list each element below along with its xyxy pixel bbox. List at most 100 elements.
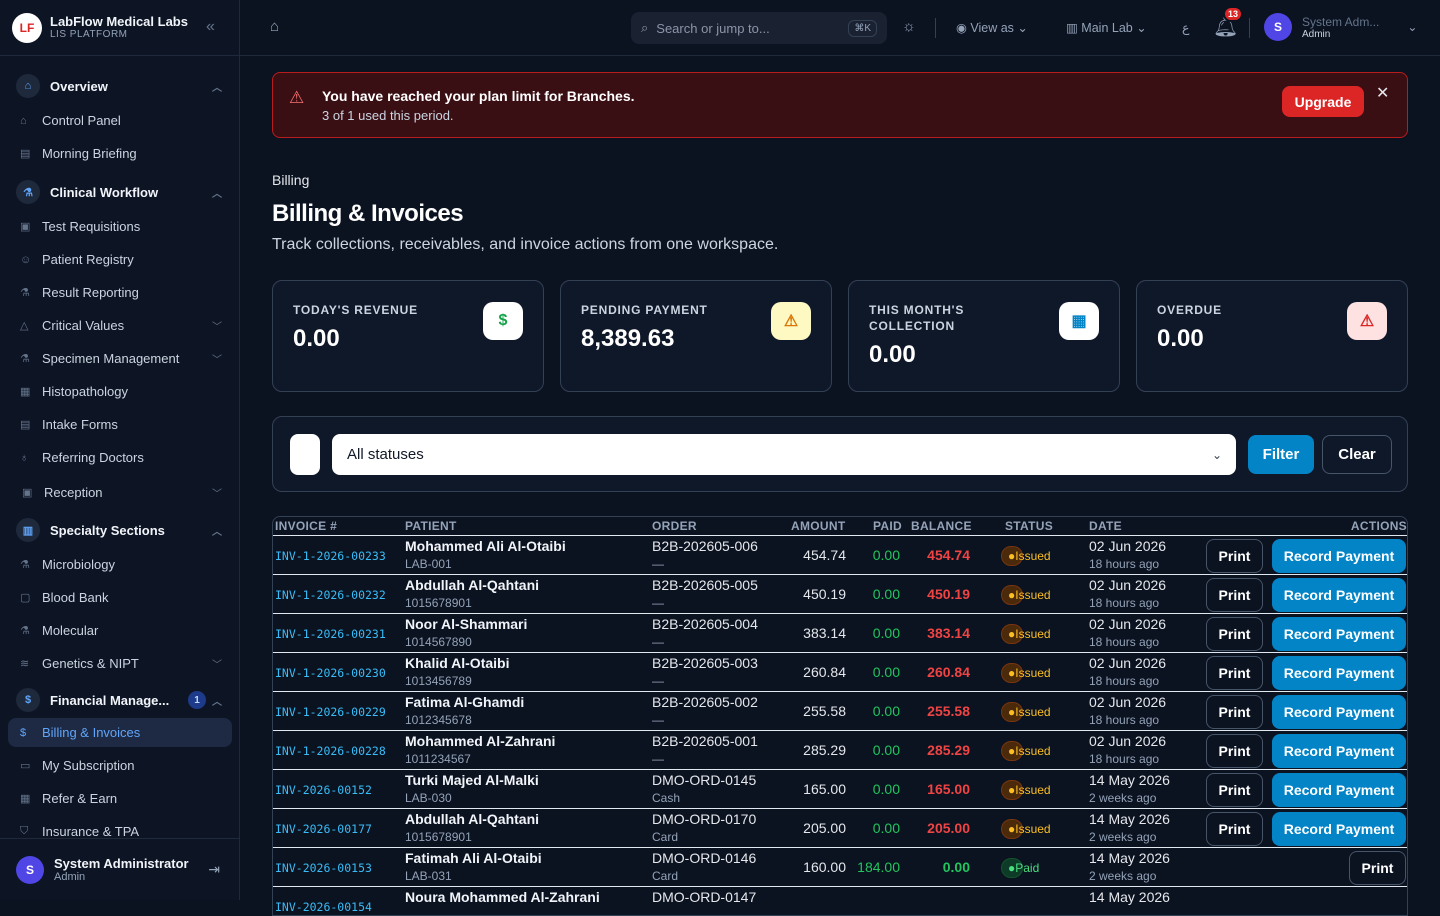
print-button[interactable]: Print — [1206, 617, 1263, 651]
search-input[interactable]: ⌕ Search or jump to... ⌘K — [631, 12, 887, 44]
nav-label: Specialty Sections — [50, 522, 165, 538]
table-row[interactable]: INV-1-2026-00231 Noor Al-Shammari 10145678… — [273, 613, 1407, 652]
table-row[interactable]: INV-1-2026-00229 Fatima Al-Ghamdi 10123456… — [273, 691, 1407, 730]
print-button[interactable]: Print — [1206, 578, 1263, 612]
relative-time: 18 hours ago — [1089, 557, 1160, 571]
invoice-link[interactable]: INV-2026-00153 — [275, 861, 372, 875]
invoice-link[interactable]: INV-1-2026-00228 — [275, 744, 386, 758]
amount: 165.00 — [803, 781, 846, 797]
patient-name: Noura Mohammed Al-Zahrani — [405, 889, 600, 905]
view-as-dropdown[interactable]: ◉ View as ⌄ — [956, 20, 1028, 35]
sidebar-item-specimen[interactable]: ⚗ Specimen Management ﹀ — [0, 342, 240, 375]
table-row[interactable]: INV-1-2026-00230 Khalid Al-Otaibi 10134567… — [273, 652, 1407, 691]
stat-label: PENDING PAYMENT — [581, 303, 708, 317]
invoice-link[interactable]: INV-2026-00154 — [275, 900, 372, 914]
col-patient: PATIENT — [405, 519, 457, 533]
search-field[interactable] — [290, 434, 320, 475]
record-payment-button[interactable]: Record Payment — [1272, 812, 1406, 846]
invoice-link[interactable]: INV-2026-00177 — [275, 822, 372, 836]
paid-amount: 0.00 — [872, 703, 900, 719]
table-row[interactable]: INV-1-2026-00228 Mohammed Al-Zahrani 10112… — [273, 730, 1407, 769]
invoice-link[interactable]: INV-2026-00152 — [275, 783, 372, 797]
print-button[interactable]: Print — [1206, 539, 1263, 573]
sidebar-item-blood-bank[interactable]: ▢ Blood Bank — [0, 581, 240, 614]
sidebar-item-patient-registry[interactable]: ☺ Patient Registry — [0, 243, 240, 276]
sidebar-item-histopathology[interactable]: ▦ Histopathology — [0, 375, 240, 408]
user-menu[interactable]: S System Adm... Admin ⌄ — [1264, 13, 1417, 41]
invoice-link[interactable]: INV-1-2026-00232 — [275, 588, 386, 602]
sidebar-item-reception[interactable]: ▣ Reception ﹀ — [0, 474, 240, 510]
sidebar-item-intake-forms[interactable]: ▤ Intake Forms — [0, 408, 240, 441]
record-payment-button[interactable]: Record Payment — [1272, 773, 1406, 807]
table-row[interactable]: INV-2026-00153 Fatimah Ali Al-Otaibi LAB-0… — [273, 847, 1407, 886]
print-button[interactable]: Print — [1206, 695, 1263, 729]
sidebar-item-insurance[interactable]: ⛉ Insurance & TPA — [0, 815, 240, 838]
sidebar-item-refer-earn[interactable]: ▦ Refer & Earn — [0, 782, 240, 815]
status-label: Issued — [1015, 627, 1051, 641]
nav-section-overview[interactable]: ⌂ Overview ︿ — [0, 68, 240, 104]
print-button[interactable]: Print — [1206, 773, 1263, 807]
filter-button[interactable]: Filter — [1248, 435, 1314, 474]
invoice-link[interactable]: INV-1-2026-00231 — [275, 627, 386, 641]
invoice-link[interactable]: INV-1-2026-00230 — [275, 666, 386, 680]
sidebar-item-subscription[interactable]: ▭ My Subscription — [0, 749, 240, 782]
sidebar-item-morning-briefing[interactable]: ▤ Morning Briefing — [0, 137, 240, 170]
record-payment-button[interactable]: Record Payment — [1272, 656, 1406, 690]
clear-button[interactable]: Clear — [1322, 435, 1392, 474]
sidebar-item-referring-doctors[interactable]: ♁ Referring Doctors — [0, 441, 240, 474]
amount: 205.00 — [803, 820, 846, 836]
sidebar-item-control-panel[interactable]: ⌂ Control Panel — [0, 104, 240, 137]
nav-section-specialty[interactable]: ▥ Specialty Sections ︿ — [0, 512, 240, 548]
record-payment-button[interactable]: Record Payment — [1272, 734, 1406, 768]
print-button[interactable]: Print — [1206, 656, 1263, 690]
stat-value: 0.00 — [1157, 325, 1204, 352]
upgrade-button[interactable]: Upgrade — [1282, 86, 1364, 117]
nav-section-clinical[interactable]: ⚗ Clinical Workflow ︿ — [0, 174, 240, 210]
sidebar-item-billing[interactable]: $ Billing & Invoices — [8, 718, 232, 747]
dollar-icon: $ — [483, 302, 523, 340]
invoice-link[interactable]: INV-1-2026-00233 — [275, 549, 386, 563]
payment-method: Card — [652, 869, 679, 883]
sidebar-item-molecular[interactable]: ⚗ Molecular — [0, 614, 240, 647]
table-row[interactable]: INV-2026-00154 Noura Mohammed Al-Zahrani D… — [273, 886, 1407, 915]
table-row[interactable]: INV-2026-00177 Abdullah Al-Qahtani 1015678… — [273, 808, 1407, 847]
record-payment-button[interactable]: Record Payment — [1272, 539, 1406, 573]
table-row[interactable]: INV-1-2026-00232 Abdullah Al-Qahtani 10156… — [273, 574, 1407, 613]
record-payment-button[interactable]: Record Payment — [1272, 578, 1406, 612]
sidebar-item-critical-values[interactable]: △ Critical Values ﹀ — [0, 309, 240, 342]
close-icon[interactable]: ✕ — [1376, 83, 1389, 103]
status-label: Paid — [1015, 861, 1040, 875]
briefing-icon: ▤ — [20, 148, 31, 160]
table-row[interactable]: INV-1-2026-00233 Mohammed Ali Al-Otaibi LA… — [273, 535, 1407, 574]
status-select[interactable]: All statuses ⌄ — [332, 434, 1236, 475]
table-row[interactable]: INV-2026-00152 Turki Majed Al-Malki LAB-03… — [273, 769, 1407, 808]
theme-toggle-icon[interactable]: ☼ — [902, 18, 916, 35]
breadcrumb[interactable]: Billing — [272, 172, 309, 188]
status-select-value: All statuses — [347, 446, 424, 463]
invoice-link[interactable]: INV-1-2026-00229 — [275, 705, 386, 719]
print-button[interactable]: Print — [1349, 851, 1406, 885]
record-payment-button[interactable]: Record Payment — [1272, 695, 1406, 729]
print-button[interactable]: Print — [1206, 734, 1263, 768]
chevron-down-icon: ⌄ — [1407, 20, 1418, 34]
logout-icon[interactable]: ⇥ — [208, 861, 220, 878]
sidebar-item-test-requisitions[interactable]: ▣ Test Requisitions — [0, 210, 240, 243]
sidebar-item-genetics[interactable]: ≋ Genetics & NIPT ﹀ — [0, 647, 240, 680]
collapse-sidebar-icon[interactable]: « — [206, 18, 215, 36]
sidebar-item-microbiology[interactable]: ⚗ Microbiology — [0, 548, 240, 581]
nav-label: Critical Values — [42, 318, 125, 333]
sidebar-item-result-reporting[interactable]: ⚗ Result Reporting — [0, 276, 240, 309]
sidebar-user[interactable]: S System Administrator Admin ⇥ — [0, 838, 240, 900]
amount: 454.74 — [803, 547, 846, 563]
home-icon[interactable]: ⌂ — [270, 18, 279, 35]
record-payment-button[interactable]: Record Payment — [1272, 617, 1406, 651]
brand[interactable]: LF LabFlow Medical Labs LIS PLATFORM « — [0, 0, 239, 56]
branch-dropdown[interactable]: ▥ Main Lab ⌄ — [1066, 20, 1147, 35]
print-button[interactable]: Print — [1206, 812, 1263, 846]
nav-section-financial[interactable]: $ Financial Manage... 1 ︿ — [0, 682, 240, 718]
shortcut-hint: ⌘K — [848, 19, 877, 37]
language-toggle[interactable]: ع — [1182, 20, 1189, 35]
invoice-date: 02 Jun 2026 — [1089, 577, 1167, 593]
patient-id: 1013456789 — [405, 674, 472, 688]
status-label: Issued — [1015, 705, 1051, 719]
